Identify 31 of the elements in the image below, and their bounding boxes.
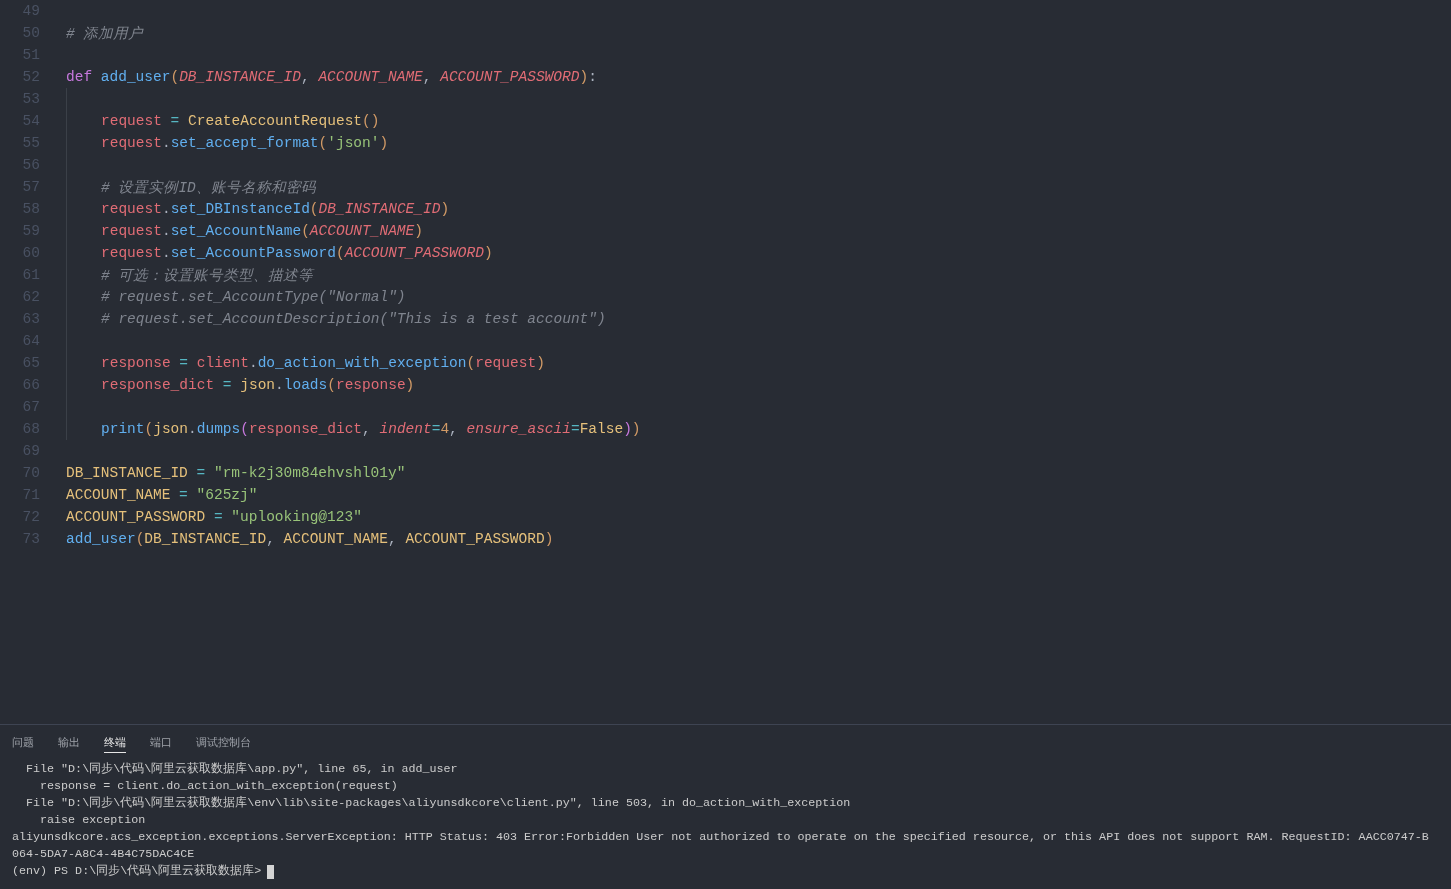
code-line: # 可选：设置账号类型、描述等 [101,266,314,285]
code-line: request.set_DBInstanceId(DB_INSTANCE_ID) [101,201,450,217]
code-line: response_dict = json.loads(response) [101,377,415,393]
terminal-line: 064-5DA7-A8C4-4B4C75DAC4CE [12,846,196,863]
code-line: # request.set_AccountDescription("This is a test account") [101,311,606,327]
code-line: DB_INSTANCE_ID = "rm-k2j30m84ehvshl01y" [66,465,406,481]
terminal-line: File "D:\同步\代码\阿里云获取数据库\env\lib\site-packages\aliyunsdkcore\client.py", line 503, in do_action_with_exception [25,795,852,812]
terminal-line: response = client.do_action_with_exception(request) [39,778,399,795]
panel-tab[interactable]: 终端 [104,735,126,753]
code-line: ACCOUNT_NAME = "625zj" [66,487,258,503]
code-line: request.set_accept_format('json') [101,135,389,151]
code-line: request.set_AccountName(ACCOUNT_NAME) [101,223,423,239]
code-line: print(json.dumps(response_dict, indent=4, ensure_ascii=False)) [101,421,641,437]
code-line: # request.set_AccountType("Normal") [101,289,406,305]
code-line: # 添加用户 [66,24,144,43]
panel-tab[interactable]: 端口 [150,735,172,753]
code-line: request.set_AccountPassword(ACCOUNT_PASSWORD) [101,245,493,261]
panel-tab[interactable]: 输出 [58,735,80,753]
terminal-prompt: (env) PS D:\同步\代码\阿里云获取数据库> [12,863,262,880]
panel-tab[interactable]: 问题 [12,735,34,753]
terminal-line: File "D:\同步\代码\阿里云获取数据库\app.py", line 65, in add_user [25,761,459,778]
code-line: request = CreateAccountRequest() [101,113,380,129]
code-line: def add_user(DB_INSTANCE_ID, ACCOUNT_NAME, ACCOUNT_PASSWORD): [66,69,597,85]
code-line: ACCOUNT_PASSWORD = "uplooking@123" [66,509,362,525]
panel-tab[interactable]: 调试控制台 [196,735,251,753]
code-line: # 设置实例ID、账号名称和密码 [101,178,316,197]
terminal-cursor [267,864,275,879]
terminal-line: raise exception [39,812,147,829]
code-line: response = client.do_action_with_exception(request) [101,355,545,371]
terminal-line: aliyunsdkcore.acs_exception.exceptions.ServerException: HTTP Status: 403 Error:Forbidden User not authorized to operate on the specified resource, or this API does not support RAM. RequestID: AACC0747-B [12,829,1430,846]
code-line: add_user(DB_INSTANCE_ID, ACCOUNT_NAME, ACCOUNT_PASSWORD) [66,531,554,547]
